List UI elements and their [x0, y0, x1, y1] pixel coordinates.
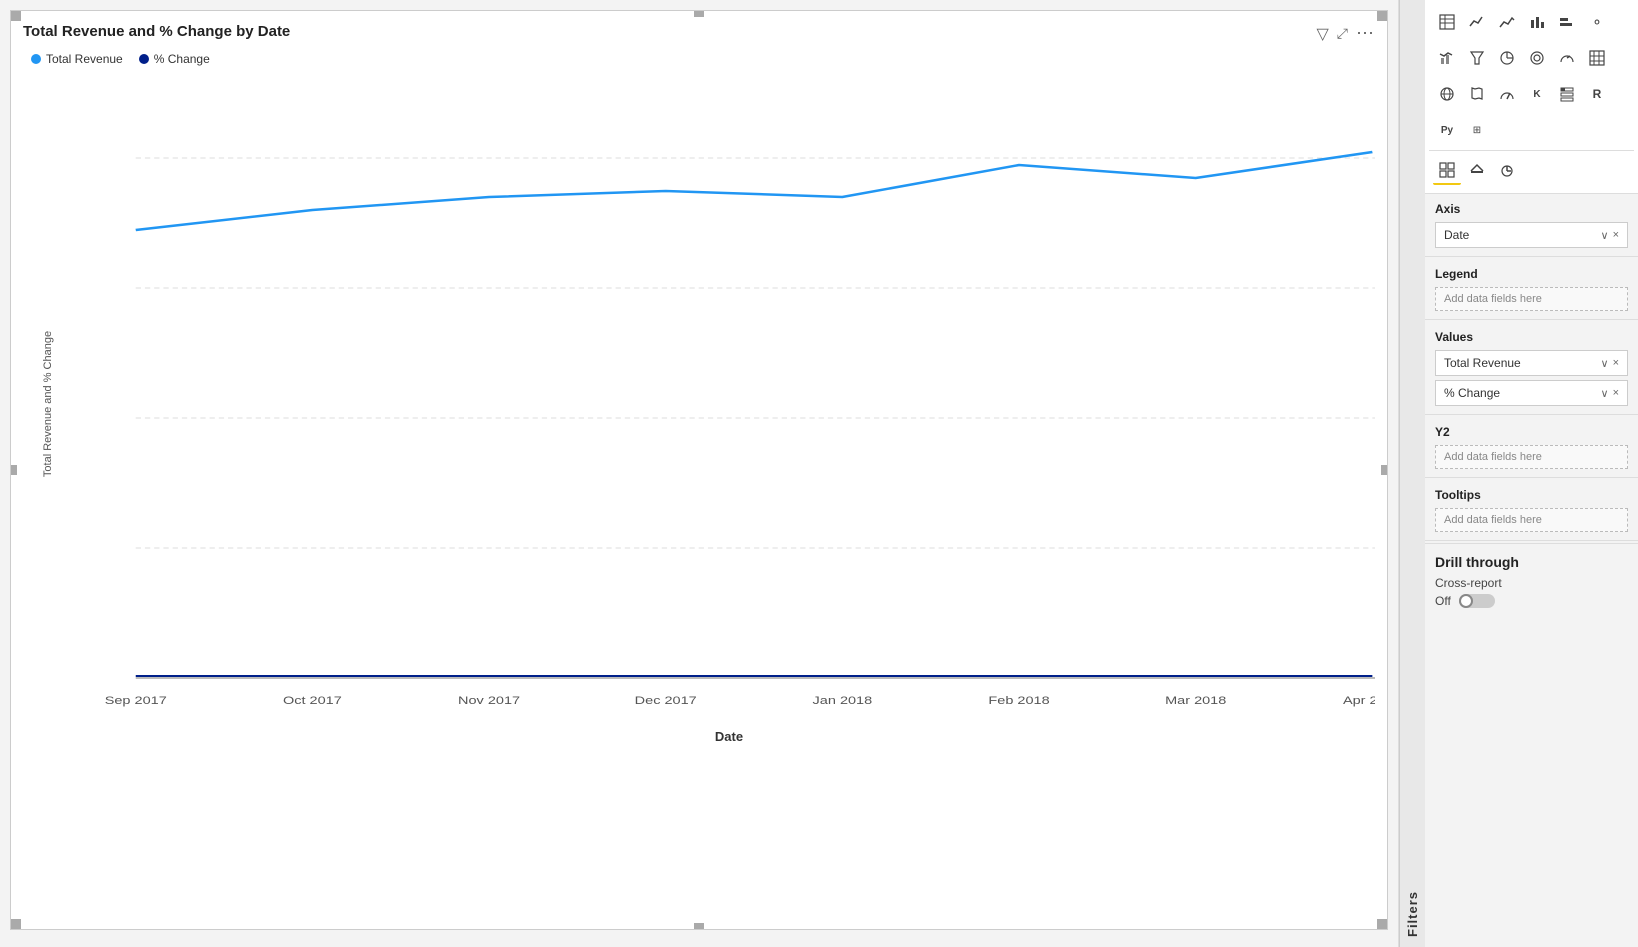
svg-text:Jan 2018: Jan 2018 [813, 694, 873, 707]
expand-icon[interactable]: ⤢ [1337, 25, 1348, 42]
close-revenue[interactable]: × [1613, 357, 1619, 369]
resize-handle-tr[interactable] [1377, 11, 1387, 21]
filter-icon[interactable]: ▽ [1316, 24, 1328, 44]
legend-dot-revenue [31, 54, 41, 64]
matrix-icon[interactable] [1583, 44, 1611, 72]
chevron-down-axis[interactable]: ∨ [1601, 229, 1609, 242]
column-chart-icon[interactable] [1553, 8, 1581, 36]
svg-text:Apr 2018: Apr 2018 [1343, 694, 1375, 707]
resize-handle-bottom[interactable] [694, 923, 704, 929]
svg-text:Oct 2017: Oct 2017 [283, 694, 342, 707]
values-revenue-field[interactable]: Total Revenue ∨ × [1435, 350, 1628, 376]
values-pct-actions: ∨ × [1601, 387, 1620, 400]
revenue-line [136, 152, 1373, 230]
combo-chart-icon[interactable] [1433, 44, 1461, 72]
map-icon[interactable] [1463, 80, 1491, 108]
legend-label-pct: % Change [154, 52, 210, 66]
legend-title: Legend [1435, 267, 1628, 281]
y2-section: Y2 Add data fields here [1425, 417, 1638, 477]
scatter-icon[interactable]: ⚬ [1583, 8, 1611, 36]
legend-total-revenue: Total Revenue [31, 52, 123, 66]
resize-handle-tl[interactable] [11, 11, 21, 21]
chevron-down-revenue[interactable]: ∨ [1601, 357, 1609, 370]
chart-toolbar: ▽ ⤢ ⋯ [1316, 23, 1373, 44]
toggle-off-label: Off [1435, 594, 1451, 608]
axis-title: Axis [1435, 202, 1628, 216]
pie-icon[interactable] [1493, 44, 1521, 72]
more-options-icon[interactable]: ⋯ [1356, 23, 1373, 44]
slicer-icon[interactable] [1553, 80, 1581, 108]
close-pct[interactable]: × [1613, 387, 1619, 399]
custom-visual-icon[interactable]: ⊞ [1463, 116, 1491, 144]
chevron-down-pct[interactable]: ∨ [1601, 387, 1609, 400]
legend-dot-pct [139, 54, 149, 64]
panel-content: ⚬ [1425, 0, 1638, 947]
area-chart-icon[interactable] [1493, 8, 1521, 36]
filters-label[interactable]: Filters [1399, 0, 1425, 947]
svg-text:Feb 2018: Feb 2018 [988, 694, 1049, 707]
donut-icon[interactable] [1523, 44, 1551, 72]
svg-text:Nov 2017: Nov 2017 [458, 694, 520, 707]
svg-text:Sep 2017: Sep 2017 [105, 694, 167, 707]
values-revenue-label: Total Revenue [1444, 356, 1521, 370]
values-pct-label: % Change [1444, 386, 1500, 400]
visualization-toolbar: ⚬ [1425, 0, 1638, 194]
format-icon[interactable] [1463, 157, 1491, 185]
chart-panel: Total Revenue and % Change by Date ▽ ⤢ ⋯… [0, 0, 1398, 947]
bar-chart-icon[interactable] [1523, 8, 1551, 36]
y2-title: Y2 [1435, 425, 1628, 439]
gauge-icon[interactable] [1553, 44, 1581, 72]
axis-section: Axis Date ∨ × [1425, 194, 1638, 256]
axis-date-field[interactable]: Date ∨ × [1435, 222, 1628, 248]
chart-svg: $80K $60K $40K $20K $0K [83, 74, 1375, 734]
legend-section: Legend Add data fields here [1425, 259, 1638, 319]
legend-placeholder[interactable]: Add data fields here [1435, 287, 1628, 311]
axis-date-actions: ∨ × [1601, 229, 1620, 242]
close-axis[interactable]: × [1613, 229, 1619, 241]
toggle-row: Off [1435, 594, 1628, 608]
resize-handle-left[interactable] [11, 465, 17, 475]
toggle-thumb [1459, 594, 1473, 608]
table-icon[interactable] [1433, 8, 1461, 36]
funnel-icon[interactable] [1463, 44, 1491, 72]
right-panel: Filters [1398, 0, 1638, 947]
values-title: Values [1435, 330, 1628, 344]
resize-handle-br[interactable] [1377, 919, 1387, 929]
svg-text:Mar 2018: Mar 2018 [1165, 694, 1226, 707]
chart-legend: Total Revenue % Change [31, 52, 1375, 66]
cross-report-toggle[interactable] [1459, 594, 1495, 608]
legend-pct-change: % Change [139, 52, 210, 66]
analytics-icon[interactable] [1493, 157, 1521, 185]
drill-through-title: Drill through [1435, 554, 1628, 570]
speed-icon[interactable] [1493, 80, 1521, 108]
drill-through-section: Drill through Cross-report Off [1425, 543, 1638, 618]
globe-icon[interactable] [1433, 80, 1461, 108]
drill-cross-report-label: Cross-report [1435, 576, 1628, 590]
axis-date-label: Date [1444, 228, 1469, 242]
tooltips-section: Tooltips Add data fields here [1425, 480, 1638, 540]
resize-handle-bl[interactable] [11, 919, 21, 929]
tooltips-title: Tooltips [1435, 488, 1628, 502]
values-pct-field[interactable]: % Change ∨ × [1435, 380, 1628, 406]
tooltips-placeholder[interactable]: Add data fields here [1435, 508, 1628, 532]
fields-icon[interactable] [1433, 157, 1461, 185]
chart-title: Total Revenue and % Change by Date [23, 23, 290, 40]
legend-label-revenue: Total Revenue [46, 52, 123, 66]
y2-placeholder[interactable]: Add data fields here [1435, 445, 1628, 469]
python-icon[interactable]: Py [1433, 116, 1461, 144]
resize-handle-right[interactable] [1381, 465, 1387, 475]
kpi-icon[interactable]: K [1523, 80, 1551, 108]
r-icon[interactable]: R [1583, 80, 1611, 108]
line-chart-icon[interactable] [1463, 8, 1491, 36]
values-section: Values Total Revenue ∨ × % Change ∨ × [1425, 322, 1638, 414]
chart-card: Total Revenue and % Change by Date ▽ ⤢ ⋯… [10, 10, 1388, 930]
svg-text:Dec 2017: Dec 2017 [635, 694, 697, 707]
values-revenue-actions: ∨ × [1601, 357, 1620, 370]
resize-handle-top[interactable] [694, 11, 704, 17]
y-axis-label: Total Revenue and % Change [42, 314, 54, 494]
